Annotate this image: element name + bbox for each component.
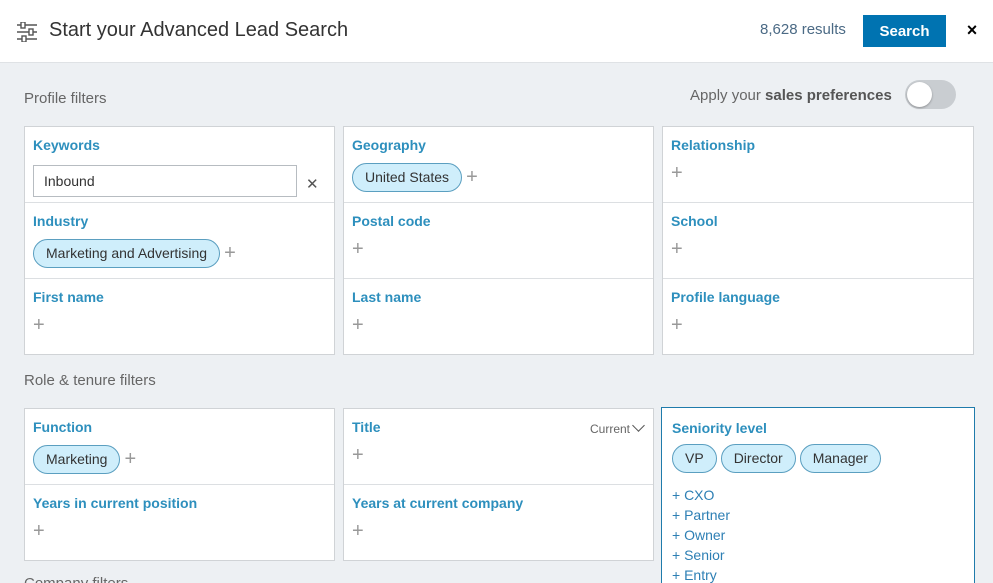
years-company-label[interactable]: Years at current company	[352, 495, 645, 513]
industry-label[interactable]: Industry	[33, 213, 326, 231]
role-column-2: Title Current + Years at current company…	[343, 408, 654, 561]
first-name-label[interactable]: First name	[33, 289, 326, 307]
plus-icon[interactable]: +	[352, 521, 364, 541]
role-column-1: Function Marketing + Years in current po…	[24, 408, 335, 561]
close-icon[interactable]: ×	[962, 20, 982, 42]
last-name-label[interactable]: Last name	[352, 289, 645, 307]
filter-geography: Geography United States +	[344, 127, 653, 203]
plus-icon[interactable]: +	[33, 315, 45, 335]
filter-relationship: Relationship +	[663, 127, 973, 203]
seniority-pill-director[interactable]: Director	[720, 444, 796, 473]
filter-postal-code: Postal code +	[344, 203, 653, 279]
filter-industry: Industry Marketing and Advertising +	[25, 203, 334, 279]
profile-filters-heading: Profile filters	[24, 90, 107, 107]
role-filters-heading: Role & tenure filters	[24, 372, 156, 389]
filter-profile-language: Profile language +	[663, 279, 973, 355]
profile-language-label[interactable]: Profile language	[671, 289, 965, 307]
close-icon[interactable]: ✕	[306, 175, 319, 193]
search-button[interactable]: Search	[863, 15, 946, 47]
filter-last-name: Last name +	[344, 279, 653, 355]
keywords-input[interactable]	[33, 165, 297, 197]
geography-pill[interactable]: United States	[352, 162, 463, 192]
seniority-option-cxo[interactable]: + CXO	[672, 485, 964, 505]
prefs-prefix: Apply your	[690, 87, 766, 104]
plus-icon[interactable]: +	[671, 239, 683, 259]
relationship-label[interactable]: Relationship	[671, 137, 965, 155]
sales-preferences-label: Apply your sales preferences	[690, 87, 892, 104]
header-bar: Start your Advanced Lead Search 8,628 re…	[0, 0, 993, 63]
filter-function: Function Marketing +	[25, 409, 334, 485]
seniority-option-entry[interactable]: + Entry	[672, 565, 964, 583]
function-pill[interactable]: Marketing	[33, 444, 121, 474]
seniority-option-owner[interactable]: + Owner	[672, 525, 964, 545]
plus-icon[interactable]: +	[671, 163, 683, 183]
seniority-pill-manager[interactable]: Manager	[799, 444, 881, 473]
plus-icon[interactable]: +	[352, 315, 364, 335]
filter-years-current-position: Years in current position +	[25, 485, 334, 561]
profile-column-1: Keywords ✕ Industry Marketing and Advert…	[24, 126, 335, 355]
plus-icon[interactable]: +	[352, 445, 364, 465]
chevron-down-icon	[632, 419, 645, 432]
filter-title: Title Current +	[344, 409, 653, 485]
toggle-knob	[907, 82, 932, 107]
industry-pill[interactable]: Marketing and Advertising	[33, 238, 221, 268]
title-scope-dropdown[interactable]: Current	[589, 419, 645, 436]
filter-keywords: Keywords ✕	[25, 127, 334, 203]
seniority-option-partner[interactable]: + Partner	[672, 505, 964, 525]
plus-icon[interactable]: +	[466, 167, 478, 187]
years-position-label[interactable]: Years in current position	[33, 495, 326, 513]
profile-column-2: Geography United States + Postal code + …	[343, 126, 654, 355]
page-title: Start your Advanced Lead Search	[49, 19, 349, 41]
company-filters-heading: Company filters	[24, 575, 128, 583]
function-label[interactable]: Function	[33, 419, 326, 437]
filter-school: School +	[663, 203, 973, 279]
profile-column-3: Relationship + School + Profile language…	[662, 126, 974, 355]
postal-code-label[interactable]: Postal code	[352, 213, 645, 231]
seniority-label: Seniority level	[672, 420, 767, 436]
plus-icon[interactable]: +	[671, 315, 683, 335]
sliders-icon	[17, 22, 37, 42]
title-scope-value: Current	[589, 422, 630, 436]
keywords-label: Keywords	[33, 137, 100, 153]
sales-preferences-toggle[interactable]	[905, 80, 956, 109]
plus-icon[interactable]: +	[124, 449, 136, 469]
prefs-bold: sales preferences	[765, 87, 892, 104]
filter-first-name: First name +	[25, 279, 334, 355]
filter-seniority-level: Seniority level VP Director Manager + CX…	[661, 407, 975, 583]
seniority-option-senior[interactable]: + Senior	[672, 545, 964, 565]
geography-label[interactable]: Geography	[352, 137, 645, 155]
plus-icon[interactable]: +	[33, 521, 45, 541]
plus-icon[interactable]: +	[352, 239, 364, 259]
school-label[interactable]: School	[671, 213, 965, 231]
filter-years-current-company: Years at current company +	[344, 485, 653, 561]
seniority-pill-vp[interactable]: VP	[672, 444, 717, 473]
results-count: 8,628 results	[760, 21, 846, 38]
plus-icon[interactable]: +	[224, 243, 236, 263]
